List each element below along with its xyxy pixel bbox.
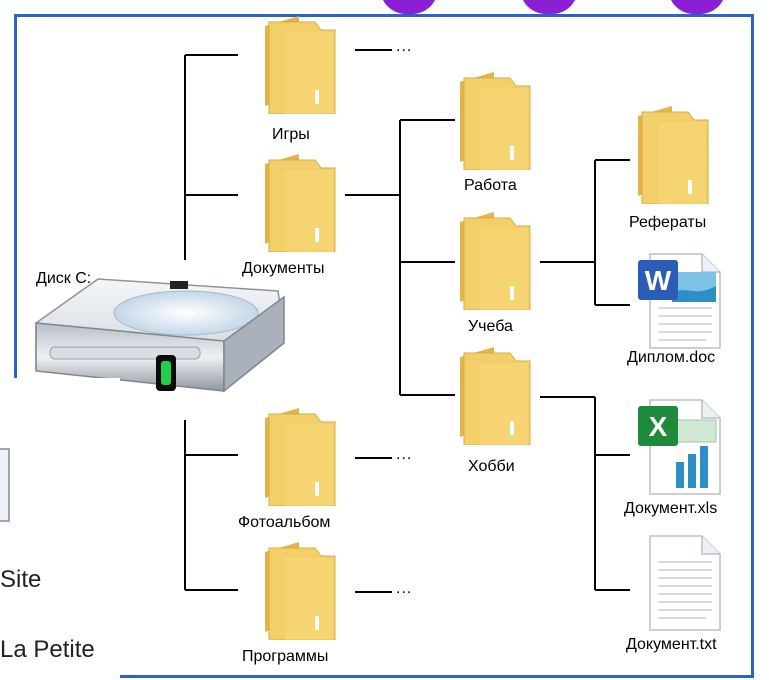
- more-ellipsis: ...: [396, 580, 413, 597]
- folder-label-programs: Программы: [242, 648, 329, 665]
- overlapping-window-fragment: Site La Petite: [0, 378, 120, 680]
- folder-label-games: Игры: [272, 126, 310, 143]
- folder-icon[interactable]: [450, 210, 540, 315]
- folder-label-documents: Документы: [242, 260, 325, 277]
- word-document-icon[interactable]: W: [636, 250, 726, 355]
- folder-label-hobby: Хобби: [468, 458, 515, 475]
- folder-icon[interactable]: [450, 345, 540, 450]
- folder-icon[interactable]: [255, 152, 345, 257]
- file-label-reports: Рефераты: [629, 214, 707, 231]
- fragment-text-la-petite: La Petite: [0, 636, 95, 663]
- file-label-txt: Документ.txt: [626, 636, 717, 653]
- fragment-text-site: Site: [0, 566, 42, 593]
- folder-icon[interactable]: [255, 540, 345, 645]
- svg-text:W: W: [645, 265, 672, 296]
- more-ellipsis: ...: [396, 38, 413, 55]
- folder-label-study: Учеба: [468, 318, 513, 335]
- folder-icon[interactable]: [450, 70, 540, 175]
- text-document-icon[interactable]: [636, 532, 726, 637]
- excel-spreadsheet-icon[interactable]: X: [636, 396, 726, 501]
- fragment-box: [0, 448, 10, 522]
- file-label-xls: Документ.xls: [624, 500, 718, 517]
- folder-label-work: Работа: [464, 177, 517, 194]
- file-label-diploma: Диплом.doc: [627, 349, 716, 366]
- more-ellipsis: ...: [396, 446, 413, 463]
- svg-text:X: X: [649, 411, 668, 442]
- folder-icon[interactable]: [255, 406, 345, 511]
- folder-icon[interactable]: [628, 104, 718, 209]
- folder-icon[interactable]: [255, 14, 345, 119]
- folder-label-photoalbum: Фотоальбом: [238, 514, 331, 531]
